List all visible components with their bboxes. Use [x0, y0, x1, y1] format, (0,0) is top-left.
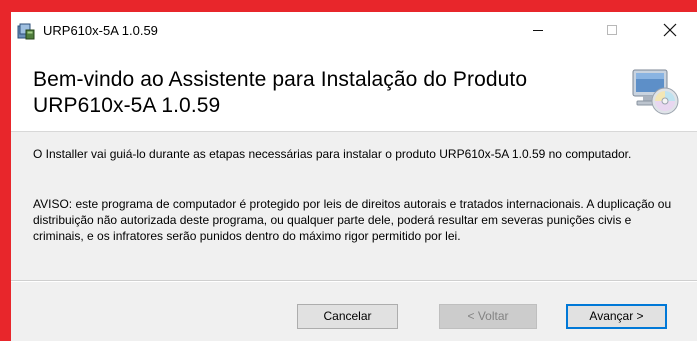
window-title: URP610x-5A 1.0.59	[43, 23, 158, 38]
wizard-content: O Installer vai guiá-lo durante as etapa…	[11, 132, 697, 280]
installer-window: URP610x-5A 1.0.59 Bem-vindo ao Assistent…	[11, 12, 697, 341]
divider	[11, 280, 697, 282]
warning-text: AVISO: este programa de computador é pro…	[33, 197, 672, 243]
close-icon	[663, 23, 677, 42]
next-button[interactable]: Avançar >	[566, 304, 667, 329]
maximize-icon	[606, 23, 618, 41]
wizard-title: Bem-vindo ao Assistente para Instalação …	[33, 68, 528, 117]
intro-text: O Installer vai guiá-lo durante as etapa…	[33, 147, 632, 161]
wizard-header: Bem-vindo ao Assistente para Instalação …	[11, 52, 697, 132]
back-button[interactable]: < Voltar	[439, 304, 537, 329]
cancel-button[interactable]: Cancelar	[297, 304, 398, 329]
installer-package-icon	[17, 22, 35, 40]
close-button[interactable]	[647, 12, 693, 52]
minimize-icon	[532, 23, 544, 41]
minimize-button[interactable]	[515, 12, 561, 52]
maximize-button[interactable]	[589, 12, 635, 52]
title-bar[interactable]: URP610x-5A 1.0.59	[11, 12, 697, 52]
computer-cd-icon	[629, 68, 681, 116]
